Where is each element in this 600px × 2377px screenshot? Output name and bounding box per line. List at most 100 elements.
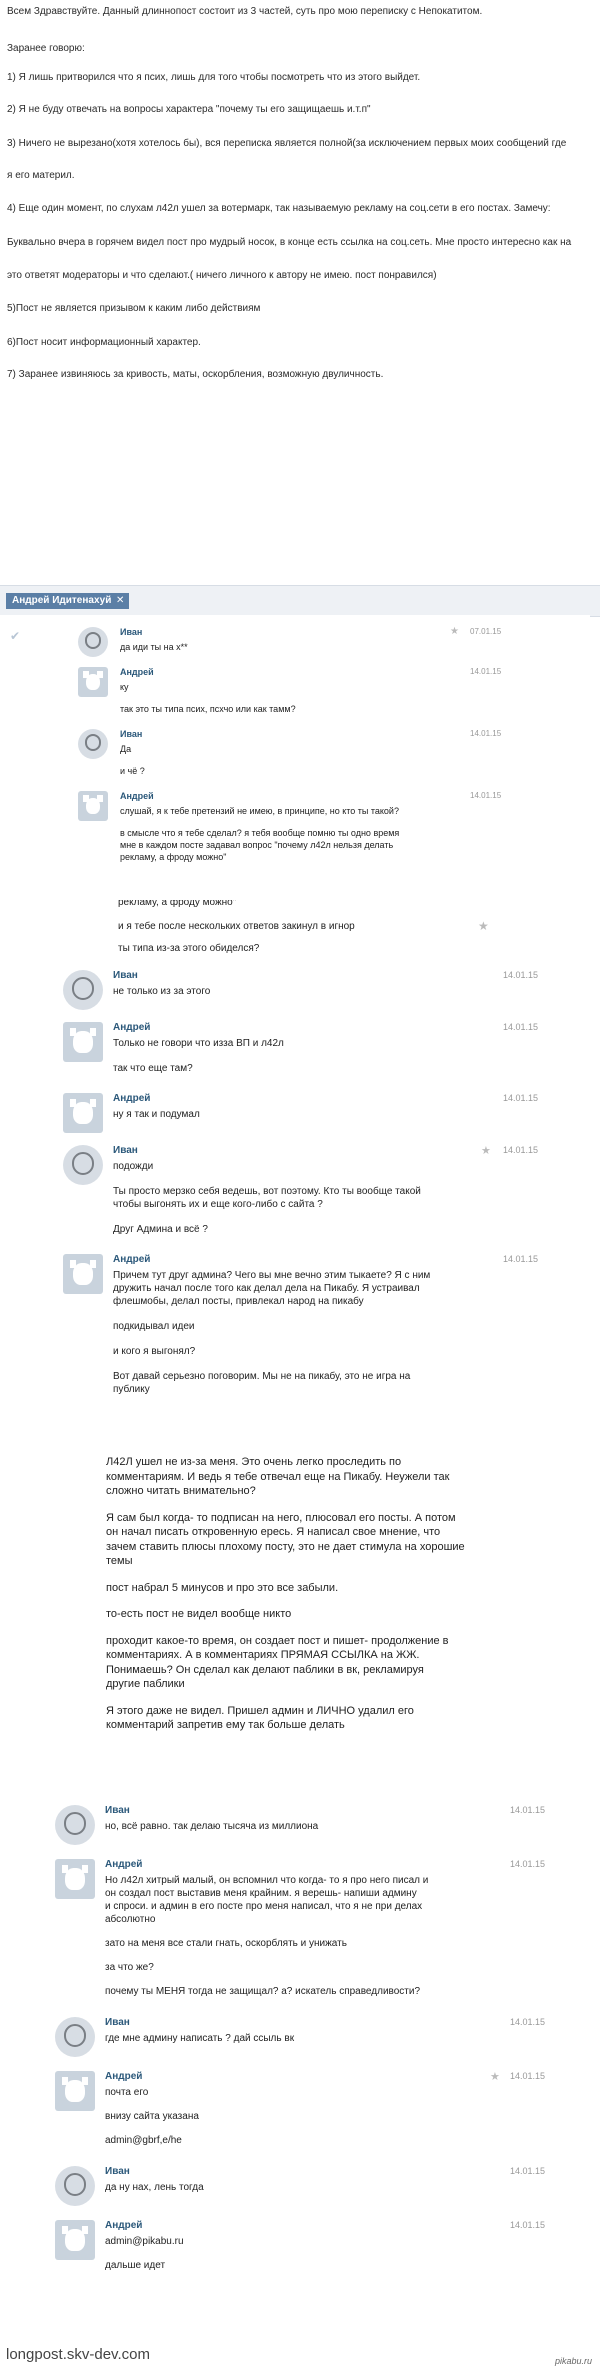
message-text: но, всё равно. так делаю тысяча из милли… xyxy=(105,1821,319,1832)
message-text: Причем тут друг админа? Чего вы мне вечн… xyxy=(113,1270,431,1307)
user-avatar[interactable] xyxy=(55,1859,95,1899)
message-text: внизу сайта указана xyxy=(105,2111,199,2122)
intro-line: 7) Заранее извиняюсь за кривость, маты, … xyxy=(7,369,384,380)
message-text: Друг Админа и всё ? xyxy=(113,1224,208,1235)
message-text: подожди xyxy=(113,1161,154,1172)
message-text: где мне админу написать ? дай ссыль вк xyxy=(105,2033,295,2044)
chat-fragment-1: ✔ Иван 07.01.15 ★ да иди ты на х** Андрей 14.0… xyxy=(0,615,590,900)
message-text: Вот давай серьезно поговорим. Мы не на п… xyxy=(113,1371,411,1395)
message-date: 14.01.15 xyxy=(503,1145,539,1155)
message-date: 14.01.15 xyxy=(503,1093,539,1103)
message-date: 14.01.15 xyxy=(503,1254,539,1264)
user-avatar[interactable] xyxy=(63,1093,103,1133)
message-date: 14.01.15 xyxy=(470,791,502,800)
sender-name[interactable]: Иван xyxy=(105,2017,130,2028)
message-text: слушай, я к тебе претензий не имею, в пр… xyxy=(120,806,399,816)
message-text: admin@pikabu.ru xyxy=(105,2236,184,2247)
message-date: 14.01.15 xyxy=(510,1859,546,1869)
intro-line: это ответят модераторы и что сделают.( н… xyxy=(7,270,437,281)
message-date: 14.01.15 xyxy=(510,2071,546,2081)
message-text: Я сам был когда- то подписан на него, пл… xyxy=(106,1511,465,1568)
intro-line: 2) Я не буду отвечать на вопросы характе… xyxy=(7,104,371,115)
message-date: 14.01.15 xyxy=(470,729,502,738)
sender-name[interactable]: Андрей xyxy=(105,2220,142,2231)
message-date: 14.01.15 xyxy=(510,2166,546,2176)
user-avatar[interactable] xyxy=(55,2220,95,2260)
recipient-name: Андрей Идитенахуй xyxy=(12,595,112,606)
recipient-bar: Андрей Идитенахуй ✕ xyxy=(0,585,600,617)
user-avatar[interactable] xyxy=(55,2017,95,2057)
star-icon[interactable]: ★ xyxy=(481,1144,491,1157)
sender-name[interactable]: Иван xyxy=(113,1145,138,1156)
footer-url[interactable]: longpost.skv-dev.com xyxy=(6,2346,150,2363)
sender-name[interactable]: Андрей xyxy=(120,667,154,677)
star-icon[interactable]: ★ xyxy=(450,626,459,637)
user-avatar[interactable] xyxy=(55,1805,95,1845)
user-avatar[interactable] xyxy=(78,729,108,759)
intro-line: 6)Пост носит информационный характер. xyxy=(7,337,201,348)
intro-line: я его материл. xyxy=(7,170,75,181)
intro-text: Всем Здравствуйте. Данный длиннопост сос… xyxy=(0,0,600,580)
user-avatar[interactable] xyxy=(55,2071,95,2111)
sender-name[interactable]: Иван xyxy=(120,627,142,637)
message-text: почему ты МЕНЯ тогда не защищал? а? иска… xyxy=(105,1986,421,1997)
message-date: 07.01.15 xyxy=(470,627,502,636)
star-icon[interactable]: ★ xyxy=(478,919,489,933)
message-text: ты типа из-за этого обиделся? xyxy=(118,943,260,954)
user-avatar[interactable] xyxy=(78,667,108,697)
intro-line: 3) Ничего не вырезано(хотя хотелось бы),… xyxy=(7,138,567,149)
sender-name[interactable]: Иван xyxy=(105,2166,130,2177)
message-text-cut: рекламу, а фроду можно" xyxy=(118,900,237,908)
intro-line: Заранее говорю: xyxy=(7,43,85,54)
chat-fragment-4: Иван 14.01.15 но, всё равно. так делаю тыс… xyxy=(0,1805,590,2345)
intro-line: Буквально вчера в горячем видел пост про… xyxy=(7,237,572,248)
message-text: Но л42л хитрый малый, он вспомнил что ко… xyxy=(105,1875,429,1925)
message-text: admin@gbrf,e/he xyxy=(105,2135,182,2146)
user-avatar[interactable] xyxy=(63,1254,103,1294)
sender-name[interactable]: Иван xyxy=(120,729,142,739)
message-text: ку xyxy=(120,682,129,692)
message-text: в смысле что я тебе сделал? я тебя вообщ… xyxy=(120,828,400,862)
read-check-icon: ✔ xyxy=(10,629,21,643)
message-text: за что же? xyxy=(105,1962,154,1973)
message-text: подкидывал идеи xyxy=(113,1321,195,1332)
user-avatar[interactable] xyxy=(78,791,108,821)
sender-name[interactable]: Иван xyxy=(105,1805,130,1816)
message-text: и я тебе после нескольких ответов закину… xyxy=(118,921,355,932)
message-date: 14.01.15 xyxy=(503,970,539,980)
message-date: 14.01.15 xyxy=(503,1022,539,1032)
message-text: Да xyxy=(120,744,132,754)
chat-fragment-3: Л42Л ушел не из-за меня. Это очень легко… xyxy=(60,1455,590,1805)
user-avatar[interactable] xyxy=(78,627,108,657)
message-date: 14.01.15 xyxy=(470,667,502,676)
message-text: да иди ты на х** xyxy=(120,642,188,652)
message-date: 14.01.15 xyxy=(510,2017,546,2027)
user-avatar[interactable] xyxy=(63,1145,103,1185)
user-avatar[interactable] xyxy=(63,1022,103,1062)
message-text: пост набрал 5 минусов и про это все забы… xyxy=(106,1581,339,1594)
recipient-tag[interactable]: Андрей Идитенахуй ✕ xyxy=(6,593,130,609)
user-avatar[interactable] xyxy=(55,2166,95,2206)
message-text: дальше идет xyxy=(105,2260,166,2271)
star-icon[interactable]: ★ xyxy=(490,2070,500,2083)
sender-name[interactable]: Андрей xyxy=(113,1093,150,1104)
sender-name[interactable]: Андрей xyxy=(120,791,154,801)
intro-line: 1) Я лишь притворился что я псих, лишь д… xyxy=(7,72,421,83)
sender-name[interactable]: Иван xyxy=(113,970,138,981)
message-text: и чё ? xyxy=(120,766,145,776)
sender-name[interactable]: Андрей xyxy=(113,1254,150,1265)
message-text: Ты просто мерзко себя ведешь, вот поэтом… xyxy=(113,1186,421,1210)
message-text: да ну нах, лень тогда xyxy=(105,2182,204,2193)
message-text: почта его xyxy=(105,2087,149,2098)
sender-name[interactable]: Андрей xyxy=(113,1022,150,1033)
sender-name[interactable]: Андрей xyxy=(105,1859,142,1870)
message-text: проходит какое-то время, он создает пост… xyxy=(106,1634,449,1691)
message-text: зато на меня все стали гнать, оскорблять… xyxy=(105,1938,347,1949)
sender-name[interactable]: Андрей xyxy=(105,2071,142,2082)
close-icon[interactable]: ✕ xyxy=(116,593,124,609)
user-avatar[interactable] xyxy=(63,970,103,1010)
message-text: Я этого даже не видел. Пришел админ и ЛИ… xyxy=(106,1704,414,1732)
message-text: то-есть пост не видел вообще никто xyxy=(106,1608,292,1620)
intro-line: 5)Пост не является призывом к каким либо… xyxy=(7,303,261,314)
message-text: ну я так и подумал xyxy=(113,1109,200,1120)
